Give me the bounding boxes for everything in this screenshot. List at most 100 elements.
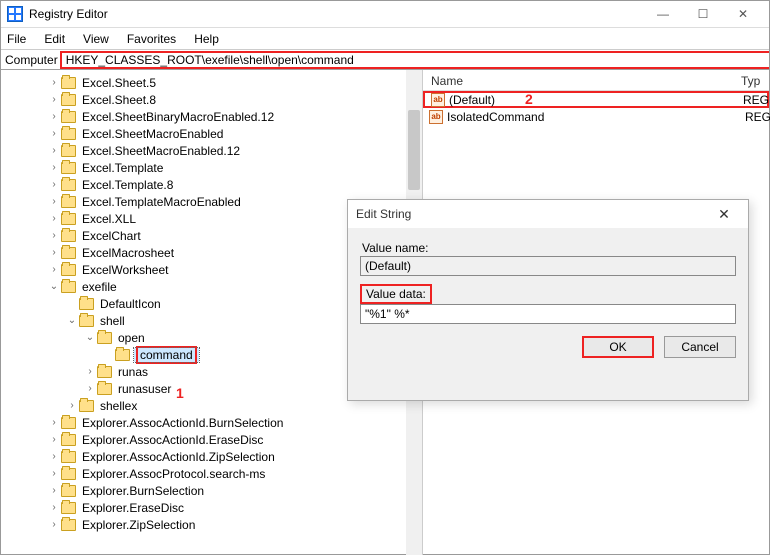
expand-toggle[interactable]: › (47, 196, 61, 207)
folder-icon (79, 298, 94, 310)
address-path[interactable]: HKEY_CLASSES_ROOT\exefile\shell\open\com… (60, 51, 769, 69)
menu-favorites[interactable]: Favorites (127, 32, 176, 46)
title-bar[interactable]: Registry Editor — ☐ ✕ (1, 1, 769, 28)
expand-toggle[interactable]: ⌄ (65, 315, 79, 326)
tree-item[interactable]: › Explorer.AssocProtocol.search-ms (1, 465, 422, 482)
tree-item-label: Explorer.AssocActionId.ZipSelection (80, 450, 277, 464)
menu-edit[interactable]: Edit (44, 32, 65, 46)
expand-toggle[interactable]: › (47, 111, 61, 122)
folder-icon (61, 281, 76, 293)
tree-item-label: runasuser (116, 382, 173, 396)
tree-item[interactable]: › Excel.SheetMacroEnabled.12 (1, 142, 422, 159)
folder-icon (61, 247, 76, 259)
menu-view[interactable]: View (83, 32, 109, 46)
folder-icon (61, 94, 76, 106)
expand-toggle[interactable]: › (65, 400, 79, 411)
tree-item-label: Excel.SheetBinaryMacroEnabled.12 (80, 110, 276, 124)
expand-toggle[interactable]: › (47, 502, 61, 513)
tree-item[interactable]: ›Explorer.AssocActionId.BurnSelection (1, 414, 422, 431)
expand-toggle[interactable]: › (47, 145, 61, 156)
expand-toggle[interactable]: ⌄ (83, 332, 97, 343)
ok-button[interactable]: OK (582, 336, 654, 358)
value-row[interactable]: ab(Default)REG (423, 91, 769, 108)
expand-toggle[interactable]: › (47, 434, 61, 445)
tree-item-label: Excel.Sheet.8 (80, 93, 158, 107)
menu-bar: File Edit View Favorites Help (1, 28, 769, 50)
tree-item-label: Explorer.AssocProtocol.search-ms (80, 467, 267, 481)
tree-item-label: exefile (80, 280, 119, 294)
tree-item-label: Explorer.ZipSelection (80, 518, 197, 532)
tree-item-label: Excel.TemplateMacroEnabled (80, 195, 243, 209)
expand-toggle[interactable]: › (47, 230, 61, 241)
tree-item[interactable]: ›Excel.SheetMacroEnabled (1, 125, 422, 142)
cancel-button[interactable]: Cancel (664, 336, 736, 358)
tree-item[interactable]: › Explorer.AssocActionId.ZipSelection (1, 448, 422, 465)
tree-item[interactable]: ›Excel.Template (1, 159, 422, 176)
folder-icon (61, 162, 76, 174)
close-button[interactable]: ✕ (723, 1, 763, 28)
tree-item[interactable]: ›Excel.Sheet.5 (1, 74, 422, 91)
maximize-button[interactable]: ☐ (683, 1, 723, 28)
column-name[interactable]: Name (431, 74, 741, 88)
list-header[interactable]: Name Typ (423, 72, 769, 91)
folder-icon (61, 451, 76, 463)
value-row[interactable]: abIsolatedCommandREG (423, 108, 769, 125)
annotation-2: 2 (525, 91, 533, 107)
menu-file[interactable]: File (7, 32, 26, 46)
folder-icon (115, 349, 130, 361)
tree-item-label: Explorer.AssocActionId.EraseDisc (80, 433, 265, 447)
tree-item[interactable]: › Explorer.ZipSelection (1, 516, 422, 533)
expand-toggle[interactable]: › (47, 451, 61, 462)
expand-toggle[interactable]: › (47, 77, 61, 88)
scrollbar-thumb[interactable] (408, 110, 420, 190)
tree-item[interactable]: ›Explorer.BurnSelection (1, 482, 422, 499)
folder-icon (79, 400, 94, 412)
folder-icon (61, 111, 76, 123)
expand-toggle[interactable]: › (47, 417, 61, 428)
annotation-1: 1 (176, 385, 184, 401)
expand-toggle[interactable]: › (47, 485, 61, 496)
minimize-button[interactable]: — (643, 1, 683, 28)
tree-item-label: Excel.SheetMacroEnabled.12 (80, 144, 242, 158)
value-name-input[interactable] (360, 256, 736, 276)
tree-item[interactable]: ›Explorer.EraseDisc (1, 499, 422, 516)
expand-toggle[interactable]: › (47, 519, 61, 530)
tree-item-label: ExcelChart (80, 229, 143, 243)
expand-toggle[interactable]: › (47, 247, 61, 258)
expand-toggle[interactable]: › (47, 94, 61, 105)
tree-item-label: Excel.XLL (80, 212, 138, 226)
folder-icon (61, 77, 76, 89)
expand-toggle[interactable]: › (47, 179, 61, 190)
menu-help[interactable]: Help (194, 32, 219, 46)
folder-icon (97, 383, 112, 395)
dialog-titlebar[interactable]: Edit String ✕ (348, 200, 748, 228)
tree-item[interactable]: › Excel.Template.8 (1, 176, 422, 193)
expand-toggle[interactable]: › (47, 128, 61, 139)
string-value-icon: ab (429, 110, 443, 124)
folder-icon (79, 315, 94, 327)
expand-toggle[interactable]: › (47, 162, 61, 173)
column-type[interactable]: Typ (741, 74, 761, 88)
expand-toggle[interactable]: › (47, 468, 61, 479)
value-data-input[interactable] (360, 304, 736, 324)
tree-item[interactable]: › Explorer.AssocActionId.EraseDisc (1, 431, 422, 448)
folder-icon (61, 196, 76, 208)
app-icon (7, 6, 23, 22)
folder-icon (61, 128, 76, 140)
expand-toggle[interactable]: › (83, 383, 97, 394)
dialog-close-button[interactable]: ✕ (708, 206, 740, 223)
expand-toggle[interactable]: › (47, 264, 61, 275)
registry-editor-window: Registry Editor — ☐ ✕ File Edit View Fav… (0, 0, 770, 555)
tree-item-label: Excel.Template.8 (80, 178, 175, 192)
expand-toggle[interactable]: ⌄ (47, 281, 61, 292)
expand-toggle[interactable]: › (47, 213, 61, 224)
tree-item-label: DefaultIcon (98, 297, 163, 311)
tree-item[interactable]: › Excel.Sheet.8 (1, 91, 422, 108)
tree-item[interactable]: › Excel.SheetBinaryMacroEnabled.12 (1, 108, 422, 125)
tree-item-label: ExcelWorksheet (80, 263, 170, 277)
window-title: Registry Editor (29, 7, 643, 21)
expand-toggle[interactable]: › (83, 366, 97, 377)
folder-icon (61, 468, 76, 480)
address-bar: Computer HKEY_CLASSES_ROOT\exefile\shell… (1, 50, 769, 70)
folder-icon (61, 145, 76, 157)
